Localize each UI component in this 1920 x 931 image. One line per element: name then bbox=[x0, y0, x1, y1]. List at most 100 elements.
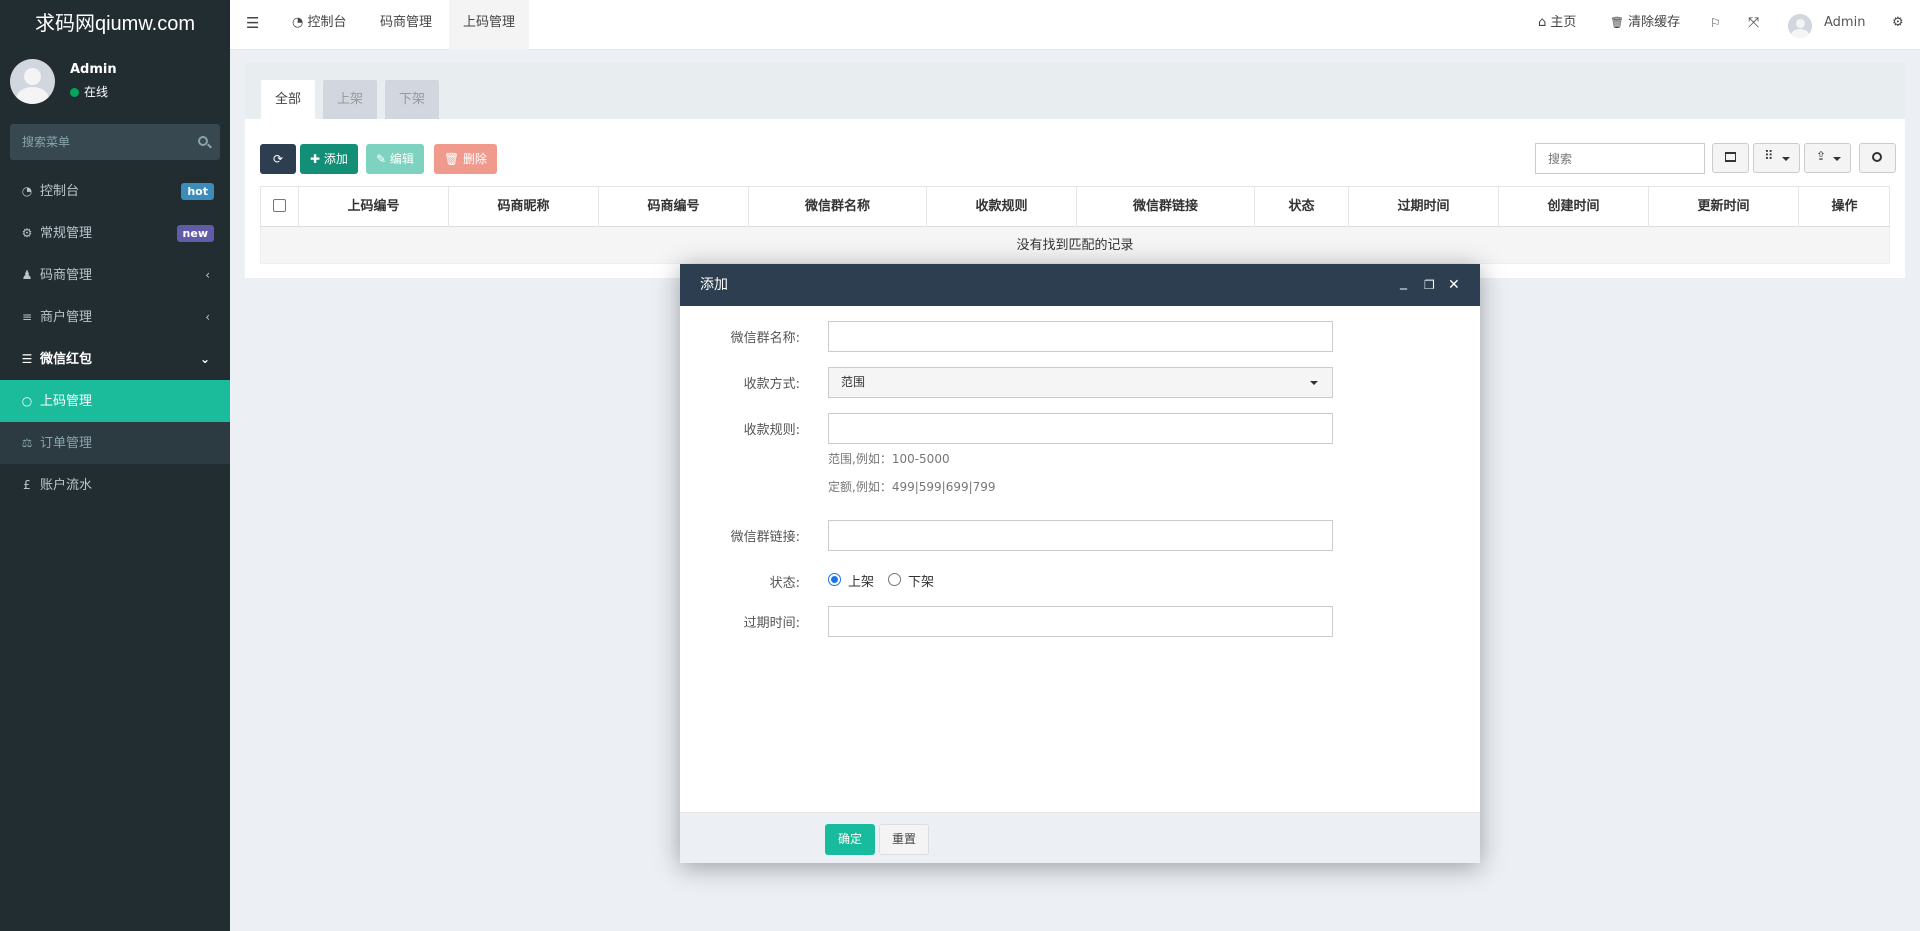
col-header[interactable]: 码商昵称 bbox=[449, 187, 599, 227]
avatar bbox=[10, 59, 55, 104]
new-badge: new bbox=[176, 225, 214, 242]
col-header[interactable]: 创建时间 bbox=[1499, 187, 1649, 227]
tab-on-shelf[interactable]: 上架 bbox=[323, 80, 378, 119]
status-off-label[interactable]: 下架 bbox=[908, 571, 934, 590]
sidebar-item-account-flow[interactable]: £ 账户流水 bbox=[0, 464, 230, 506]
sidebar-item-dashboard[interactable]: ◔ 控制台 hot bbox=[0, 170, 230, 212]
tab-code-upload[interactable]: 上码管理 bbox=[449, 0, 530, 50]
dialog-footer: 确定 重置 bbox=[680, 812, 1480, 863]
dialog-header: 添加 _ ❐ ✕ bbox=[680, 264, 1480, 306]
user-name: Admin bbox=[70, 62, 117, 77]
home-icon: ⌂ bbox=[1538, 15, 1547, 30]
minimize-icon[interactable]: _ bbox=[1400, 261, 1407, 303]
home-link[interactable]: ⌂ 主页 bbox=[1538, 0, 1576, 50]
col-header[interactable]: 状态 bbox=[1255, 187, 1349, 227]
list-view-icon bbox=[1725, 152, 1736, 162]
select-all-checkbox[interactable] bbox=[273, 199, 286, 212]
grid-icon: ⠿ bbox=[1764, 149, 1774, 164]
clear-cache-link[interactable]: 🗑 清除缓存 bbox=[1610, 0, 1680, 50]
group-link-input[interactable] bbox=[828, 520, 1333, 551]
balance-scale-icon: ⚖ bbox=[21, 436, 33, 450]
status-radio-group: 上架 下架 bbox=[828, 571, 1028, 590]
caret-down-icon bbox=[1782, 157, 1790, 161]
col-header[interactable]: 上码编号 bbox=[299, 187, 449, 227]
sidebar-item-wechat-redpacket[interactable]: ☰ 微信红包 ⌄ bbox=[0, 338, 230, 380]
toggle-view-button[interactable] bbox=[1712, 143, 1749, 173]
col-header[interactable]: 码商编号 bbox=[599, 187, 749, 227]
advanced-search-button[interactable] bbox=[1859, 143, 1896, 173]
header-user-name[interactable]: Admin bbox=[1824, 0, 1865, 50]
refresh-icon: ⟳ bbox=[272, 152, 284, 166]
tab-dashboard[interactable]: ◔ 控制台 bbox=[292, 0, 347, 50]
status-label: 状态: bbox=[769, 576, 800, 591]
header-avatar[interactable] bbox=[1788, 14, 1812, 38]
fullscreen-icon[interactable]: ⤧ bbox=[1748, 0, 1759, 50]
circle-icon: ○ bbox=[21, 394, 33, 408]
delete-button[interactable]: 🗑 删除 bbox=[434, 144, 498, 174]
col-header[interactable]: 操作 bbox=[1799, 187, 1890, 227]
app-logo[interactable]: 求码网qiumw.com bbox=[0, 0, 230, 50]
menu-toggle-icon[interactable]: ☰ bbox=[246, 0, 259, 50]
expire-label: 过期时间: bbox=[743, 616, 800, 631]
group-name-input[interactable] bbox=[828, 321, 1333, 352]
chevron-left-icon: ‹ bbox=[205, 310, 210, 324]
close-icon[interactable]: ✕ bbox=[1448, 264, 1460, 306]
col-header[interactable]: 微信群名称 bbox=[749, 187, 927, 227]
database-icon: ☰ bbox=[21, 352, 33, 366]
sidebar-item-code-upload[interactable]: ○ 上码管理 bbox=[0, 380, 230, 422]
columns-button[interactable]: ⠿ bbox=[1753, 143, 1800, 173]
caret-down-icon bbox=[1833, 157, 1841, 161]
table-search-input[interactable] bbox=[1535, 143, 1705, 174]
sidebar-item-orders[interactable]: ⚖ 订单管理 bbox=[0, 422, 230, 464]
online-dot-icon bbox=[70, 88, 79, 97]
refresh-button[interactable]: ⟳ bbox=[260, 144, 296, 174]
col-header[interactable]: 收款规则 bbox=[927, 187, 1077, 227]
empty-table-message: 没有找到匹配的记录 bbox=[260, 227, 1890, 264]
range-hint: 范围,例如：100-5000 bbox=[828, 452, 950, 466]
col-header[interactable]: 更新时间 bbox=[1649, 187, 1799, 227]
chevron-down-icon: ⌄ bbox=[199, 352, 210, 366]
fixed-hint: 定额,例如：499|599|699|799 bbox=[828, 480, 996, 494]
top-header: ☰ ◔ 控制台 码商管理 上码管理 ⌂ 主页 🗑 清除缓存 ⚐ ⤧ Admin … bbox=[230, 0, 1920, 50]
tab-all[interactable]: 全部 bbox=[261, 80, 316, 119]
edit-button[interactable]: ✎ 编辑 bbox=[366, 144, 424, 174]
add-dialog: 添加 _ ❐ ✕ 微信群名称: 收款方式: 范围 收款规则: 范围,例如：100… bbox=[680, 264, 1480, 863]
language-icon[interactable]: ⚐ bbox=[1710, 0, 1721, 50]
col-header[interactable]: 微信群链接 bbox=[1077, 187, 1255, 227]
reset-button[interactable]: 重置 bbox=[879, 824, 929, 855]
export-button[interactable]: ⇪ bbox=[1804, 143, 1851, 173]
sidebar-item-general[interactable]: ⚙ 常规管理 new bbox=[0, 212, 230, 254]
pound-icon: £ bbox=[23, 478, 31, 492]
status-off-radio[interactable] bbox=[888, 573, 901, 586]
panel-tabs: 全部 上架 下架 bbox=[245, 63, 1905, 119]
cogs-icon: ⚙ bbox=[21, 226, 33, 240]
export-icon: ⇪ bbox=[1816, 149, 1827, 163]
tab-off-shelf[interactable]: 下架 bbox=[385, 80, 440, 119]
dialog-title: 添加 bbox=[700, 277, 728, 293]
expire-input[interactable] bbox=[828, 606, 1333, 637]
sidebar-item-merchants[interactable]: ≡ 商户管理 ‹ bbox=[0, 296, 230, 338]
pay-method-select[interactable]: 范围 bbox=[828, 367, 1333, 398]
menu-search bbox=[10, 124, 220, 160]
sidebar-item-merchants-code[interactable]: ♟ 码商管理 ‹ bbox=[0, 254, 230, 296]
search-icon[interactable] bbox=[198, 136, 208, 146]
tab-merchant-code[interactable]: 码商管理 bbox=[380, 0, 432, 50]
confirm-button[interactable]: 确定 bbox=[825, 824, 875, 855]
col-header[interactable]: 过期时间 bbox=[1349, 187, 1499, 227]
maximize-icon[interactable]: ❐ bbox=[1424, 264, 1435, 306]
user-panel: Admin 在线 bbox=[0, 50, 230, 114]
table-header: 上码编号 码商昵称 码商编号 微信群名称 收款规则 微信群链接 状态 过期时间 … bbox=[260, 186, 1890, 227]
users-icon: ♟ bbox=[21, 268, 33, 282]
menu-search-input[interactable] bbox=[10, 124, 220, 160]
pay-method-value: 范围 bbox=[841, 375, 866, 389]
group-link-label: 微信群链接: bbox=[730, 530, 800, 545]
gears-icon[interactable]: ⚙ bbox=[1892, 0, 1904, 50]
pay-rule-input[interactable] bbox=[828, 413, 1333, 444]
status-on-label[interactable]: 上架 bbox=[848, 571, 874, 590]
main-panel: 全部 上架 下架 ⟳ ✚ 添加 ✎ 编辑 🗑 删除 ⠿ ⇪ 上码编号 码商昵称 … bbox=[245, 63, 1905, 278]
dashboard-icon: ◔ bbox=[21, 184, 33, 198]
status-on-radio[interactable] bbox=[828, 573, 841, 586]
user-status: 在线 bbox=[70, 83, 108, 100]
add-button[interactable]: ✚ 添加 bbox=[300, 144, 358, 174]
pay-method-label: 收款方式: bbox=[743, 377, 800, 392]
